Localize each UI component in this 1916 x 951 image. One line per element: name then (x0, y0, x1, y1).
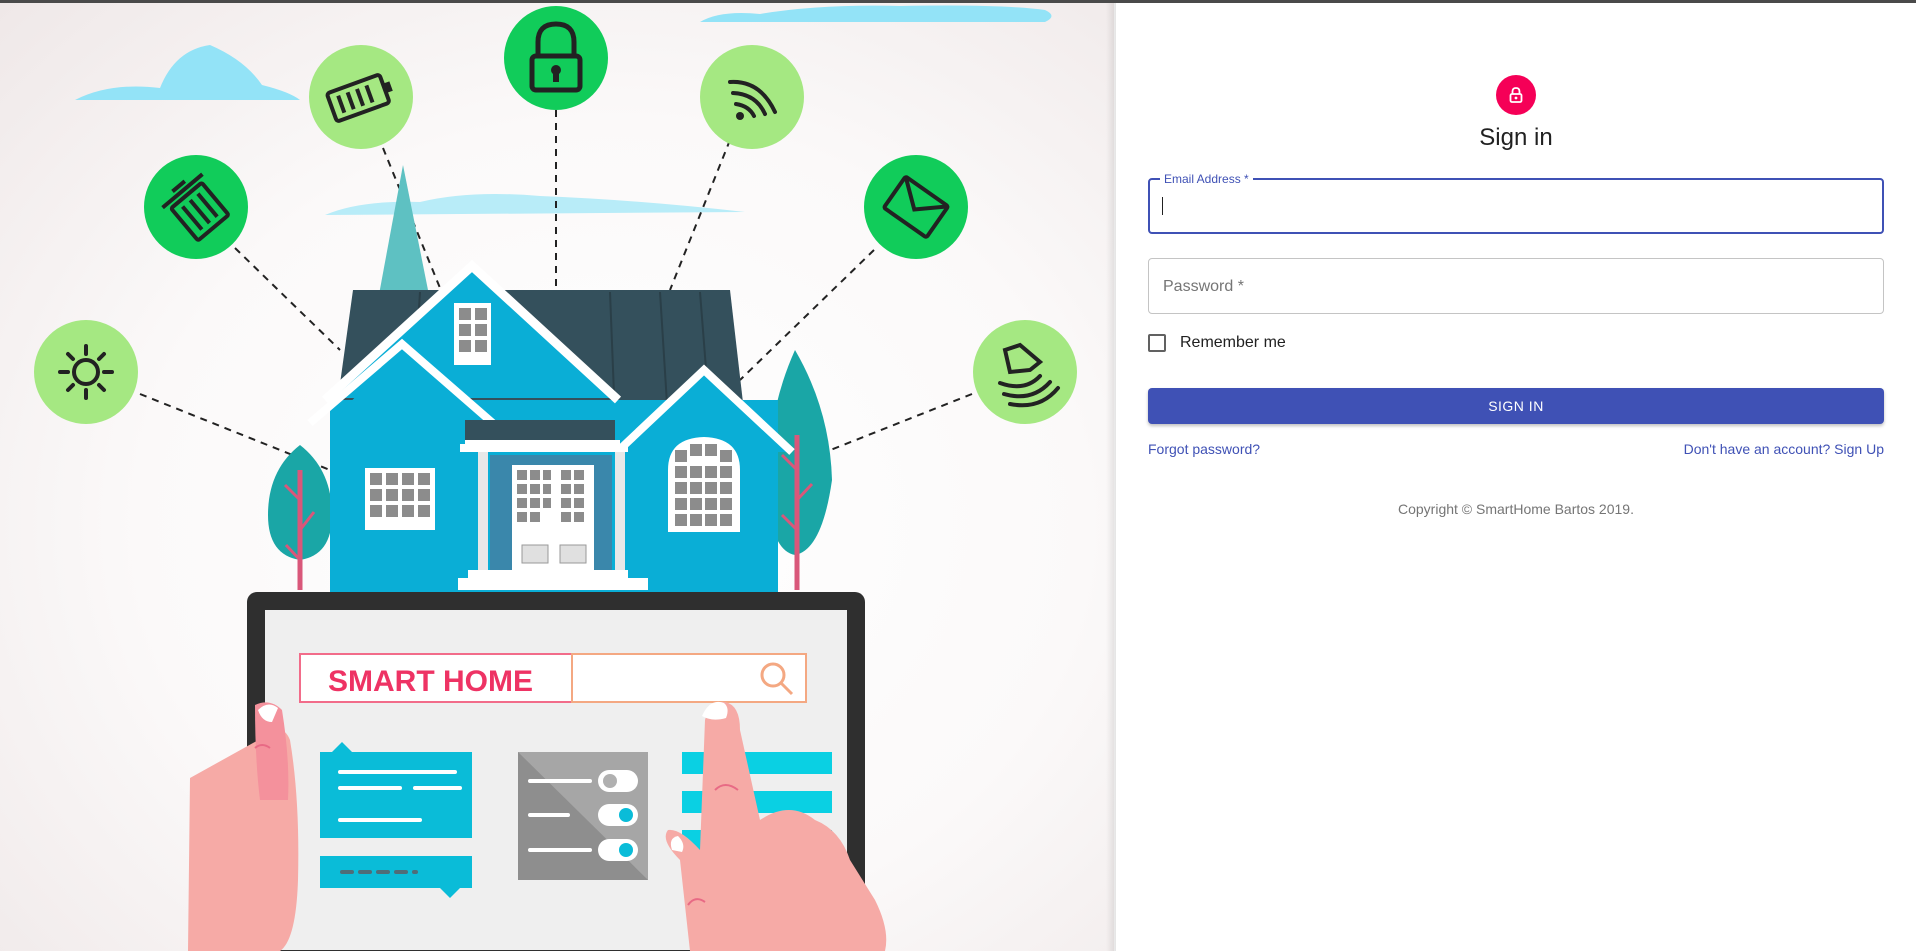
battery-icon (309, 45, 413, 149)
sun-icon (34, 320, 138, 424)
remember-label: Remember me (1180, 334, 1286, 351)
lamp-icon (973, 320, 1077, 424)
lock-avatar (1496, 75, 1536, 115)
text-caret (1162, 197, 1163, 215)
email-input[interactable] (1162, 194, 1862, 218)
mail-icon (864, 155, 968, 259)
screen-title: SMART HOME (328, 665, 533, 698)
sign-in-button[interactable]: SIGN IN (1148, 388, 1884, 424)
password-field[interactable]: Password * (1148, 258, 1884, 314)
password-input[interactable] (1161, 273, 1861, 297)
wifi-icon (700, 45, 804, 149)
page-title: Sign in (1479, 124, 1553, 151)
email-label: Email Address * (1160, 171, 1253, 187)
padlock-icon (504, 6, 608, 110)
smart-home-illustration: SMART HOME (0, 3, 1114, 951)
remember-checkbox[interactable] (1148, 334, 1166, 352)
house (307, 259, 795, 592)
sign-up-link[interactable]: Don't have an account? Sign Up (1684, 441, 1884, 457)
lock-icon (1509, 87, 1523, 103)
email-field[interactable]: Email Address * (1148, 171, 1884, 234)
forgot-password-link[interactable]: Forgot password? (1148, 441, 1260, 457)
copyright: Copyright © SmartHome Bartos 2019. (1398, 501, 1634, 517)
trash-icon (144, 155, 248, 259)
remember-me[interactable]: Remember me (1148, 331, 1286, 355)
panel-divider (1106, 3, 1116, 951)
